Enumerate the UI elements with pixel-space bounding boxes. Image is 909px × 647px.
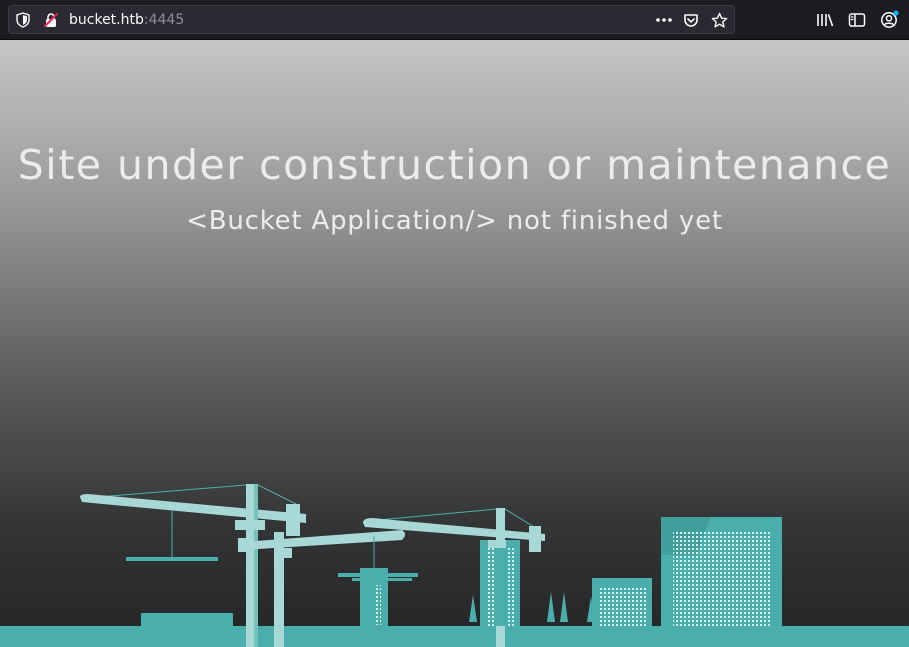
page-content: Site under construction or maintenance <… bbox=[0, 40, 909, 647]
star-icon[interactable] bbox=[710, 11, 728, 29]
shield-icon[interactable] bbox=[14, 11, 32, 29]
building-large bbox=[661, 517, 782, 627]
browser-toolbar: bucket.htb:4445 bbox=[0, 0, 909, 40]
construction-illustration bbox=[0, 484, 909, 647]
url-bar[interactable]: bucket.htb:4445 bbox=[8, 5, 735, 34]
url-port: :4445 bbox=[143, 12, 185, 28]
url-text[interactable]: bucket.htb:4445 bbox=[69, 11, 184, 29]
sidebar-icon[interactable] bbox=[847, 10, 867, 30]
url-host: bucket.htb bbox=[69, 12, 144, 28]
account-icon[interactable] bbox=[879, 10, 899, 30]
page-title: Site under construction or maintenance bbox=[17, 141, 892, 189]
pocket-icon[interactable] bbox=[682, 11, 700, 29]
library-icon[interactable] bbox=[815, 10, 835, 30]
lock-slash-icon[interactable] bbox=[42, 11, 60, 29]
building-small bbox=[592, 578, 652, 626]
small-tower bbox=[338, 568, 418, 626]
ellipsis-icon[interactable] bbox=[655, 11, 673, 29]
page-subtitle: <Bucket Application/> not finished yet bbox=[186, 206, 723, 236]
